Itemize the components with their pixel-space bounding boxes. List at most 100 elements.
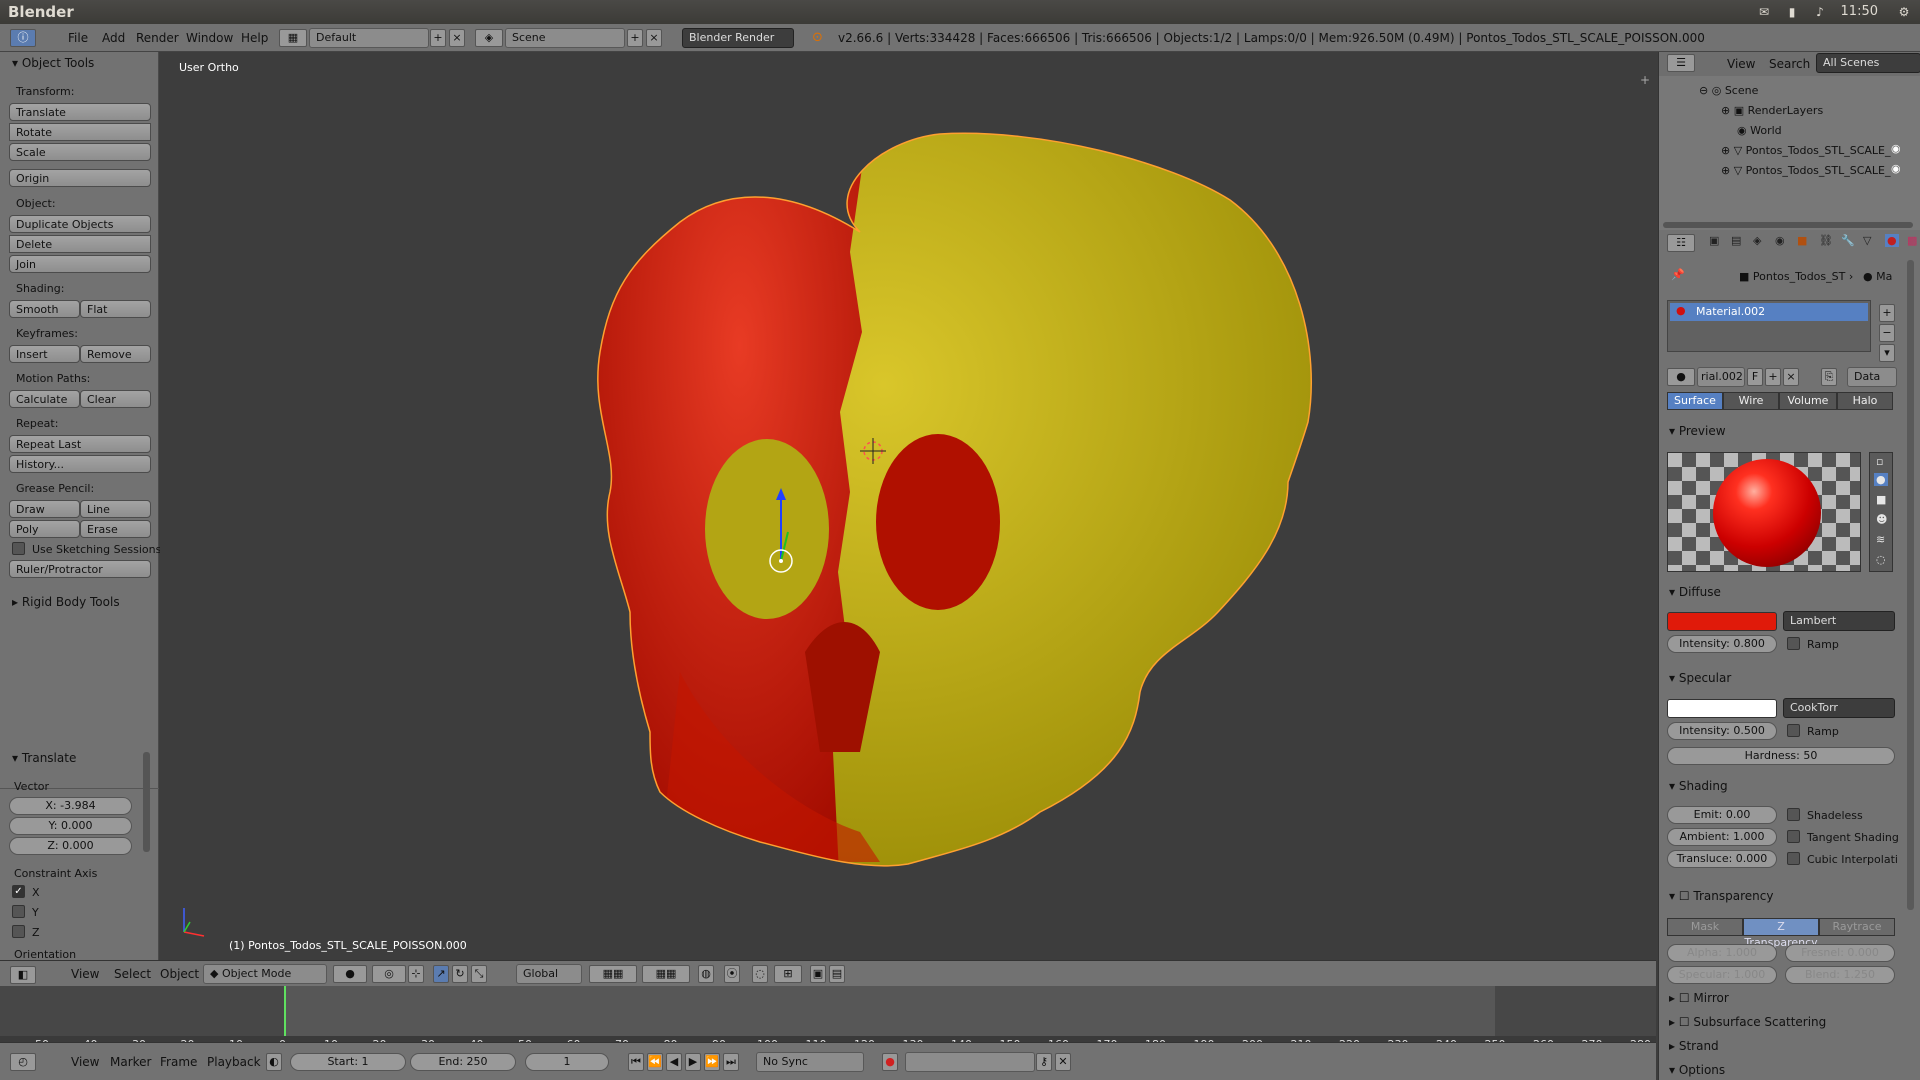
outliner-filter-select[interactable]: All Scenes bbox=[1816, 53, 1920, 73]
breadcrumb-material[interactable]: ● Ma bbox=[1863, 270, 1892, 283]
slot-menu-icon[interactable]: ▾ bbox=[1879, 344, 1895, 362]
ambient-field[interactable]: Ambient: 1.000 bbox=[1667, 828, 1777, 846]
specular-color-swatch[interactable] bbox=[1667, 699, 1777, 718]
strand-header[interactable]: ▸ Strand bbox=[1669, 1039, 1719, 1053]
remove-layout-icon[interactable]: × bbox=[449, 29, 465, 47]
object-tools-header[interactable]: ▾ Object Tools bbox=[12, 56, 94, 70]
sss-header[interactable]: ▸ ☐ Subsurface Scattering bbox=[1669, 1015, 1826, 1029]
timeline-editor-type-icon[interactable]: ◴ bbox=[10, 1053, 36, 1071]
menu-file[interactable]: File bbox=[68, 31, 88, 45]
preview-monkey-icon[interactable]: ☻ bbox=[1876, 513, 1887, 526]
shadeless-checkbox[interactable] bbox=[1787, 808, 1800, 821]
copy-icon[interactable]: ⎘ bbox=[1821, 368, 1837, 386]
outliner-menu-search[interactable]: Search bbox=[1769, 57, 1810, 71]
remove-scene-icon[interactable]: × bbox=[646, 29, 662, 47]
flat-button[interactable]: Flat bbox=[80, 300, 151, 318]
render-tab-icon[interactable]: ▣ bbox=[1709, 234, 1719, 247]
scene-tab-icon[interactable]: ◈ bbox=[1753, 234, 1761, 247]
tree-renderlayers[interactable]: ⊕ ▣ RenderLayers bbox=[1721, 104, 1823, 117]
viewport-shading-icon[interactable]: ● bbox=[333, 965, 367, 983]
skull-model[interactable] bbox=[160, 52, 1656, 960]
duplicate-objects-button[interactable]: Duplicate Objects bbox=[9, 215, 151, 233]
renderlayers-tab-icon[interactable]: ▤ bbox=[1731, 234, 1741, 247]
keying-icon[interactable]: ⚷ bbox=[1036, 1053, 1052, 1071]
sync-select[interactable]: No Sync bbox=[756, 1052, 864, 1072]
world-tab-icon[interactable]: ◉ bbox=[1775, 234, 1785, 247]
tl-menu-playback[interactable]: Playback bbox=[207, 1055, 261, 1069]
current-frame-line[interactable] bbox=[284, 986, 286, 1042]
layers-grid-b[interactable]: ▦▦ bbox=[642, 965, 690, 983]
operator-scrollbar[interactable] bbox=[143, 752, 150, 852]
current-frame-field[interactable]: 1 bbox=[525, 1053, 609, 1071]
shading-header[interactable]: ▾ Shading bbox=[1669, 779, 1728, 793]
tree-object-1[interactable]: ⊕ ▽ Pontos_Todos_STL_SCALE_PC bbox=[1721, 144, 1891, 157]
timeline[interactable]: -50-40-30-20-100102030405060708090100110… bbox=[0, 986, 1656, 1051]
specular-header[interactable]: ▾ Specular bbox=[1669, 671, 1731, 685]
vector-y-field[interactable]: Y: 0.000 bbox=[9, 817, 132, 835]
translucency-field[interactable]: Transluce: 0.000 bbox=[1667, 850, 1777, 868]
menu-add[interactable]: Add bbox=[102, 31, 125, 45]
jump-start-icon[interactable]: ⏮ bbox=[628, 1053, 644, 1071]
menu-view[interactable]: View bbox=[71, 967, 99, 981]
join-button[interactable]: Join bbox=[9, 255, 151, 273]
tab-surface[interactable]: Surface bbox=[1667, 392, 1723, 410]
play-icon[interactable]: ▶ bbox=[685, 1053, 701, 1071]
menu-help[interactable]: Help bbox=[241, 31, 268, 45]
calculate-button[interactable]: Calculate bbox=[9, 390, 80, 408]
remove-keyframe-button[interactable]: Remove bbox=[80, 345, 151, 363]
layout-icon[interactable]: ▦ bbox=[279, 29, 307, 47]
rotate-button[interactable]: Rotate bbox=[9, 123, 151, 141]
gear-icon[interactable]: ⚙ bbox=[1896, 5, 1912, 19]
prev-key-icon[interactable]: ⏪ bbox=[647, 1053, 663, 1071]
modifier-tab-icon[interactable]: 🔧 bbox=[1841, 234, 1855, 247]
next-key-icon[interactable]: ⏩ bbox=[704, 1053, 720, 1071]
start-frame-field[interactable]: Start: 1 bbox=[290, 1053, 406, 1071]
scale-manip-icon[interactable]: ⤡ bbox=[471, 965, 487, 983]
tree-object-2[interactable]: ⊕ ▽ Pontos_Todos_STL_SCALE_PC bbox=[1721, 164, 1891, 177]
view-editor-type-icon[interactable]: ◧ bbox=[10, 966, 36, 984]
editor-type-icon[interactable]: ⓘ bbox=[10, 29, 36, 47]
tl-menu-marker[interactable]: Marker bbox=[110, 1055, 151, 1069]
clock[interactable]: 11:50 bbox=[1841, 4, 1878, 19]
translate-manip-icon[interactable]: ↗ bbox=[433, 965, 449, 983]
material-slot-selected[interactable]: ● Material.002 bbox=[1670, 303, 1868, 321]
outliner-menu-view[interactable]: View bbox=[1727, 57, 1755, 71]
outliner-scrollbar[interactable] bbox=[1663, 222, 1913, 228]
tab-wire[interactable]: Wire bbox=[1723, 392, 1779, 410]
record-icon[interactable]: ● bbox=[882, 1053, 898, 1071]
preview-range-icon[interactable]: ◐ bbox=[266, 1053, 282, 1071]
render-anim-icon[interactable]: ▤ bbox=[829, 965, 845, 983]
vector-z-field[interactable]: Z: 0.000 bbox=[9, 837, 132, 855]
material-tab-icon[interactable]: ● bbox=[1885, 234, 1899, 247]
material-name-field[interactable]: rial.002 bbox=[1697, 367, 1745, 387]
pin-icon[interactable]: 📌 bbox=[1671, 268, 1685, 281]
diffuse-shader-select[interactable]: Lambert bbox=[1783, 611, 1895, 631]
signal-icon[interactable]: ▮ bbox=[1784, 5, 1800, 19]
emit-field[interactable]: Emit: 0.00 bbox=[1667, 806, 1777, 824]
specular-t-field[interactable]: Specular: 1.000 bbox=[1667, 966, 1777, 984]
origin-button[interactable]: Origin bbox=[9, 169, 151, 187]
transparency-header[interactable]: ▾ ☐ Transparency bbox=[1669, 889, 1773, 903]
mode-select[interactable]: ◆ Object Mode bbox=[203, 964, 327, 984]
new-material-icon[interactable]: + bbox=[1765, 368, 1781, 386]
repeat-last-button[interactable]: Repeat Last bbox=[9, 435, 151, 453]
transparency-mask-tab[interactable]: Mask bbox=[1667, 918, 1743, 936]
scale-button[interactable]: Scale bbox=[9, 143, 151, 161]
outliner-editor-type-icon[interactable]: ☰ bbox=[1667, 54, 1695, 72]
unlink-material-icon[interactable]: × bbox=[1783, 368, 1799, 386]
preview-shape-selector[interactable]: ▫ ● ■ ☻ ≋ ◌ bbox=[1869, 452, 1893, 572]
diffuse-ramp-checkbox[interactable] bbox=[1787, 637, 1800, 650]
tl-menu-frame[interactable]: Frame bbox=[160, 1055, 197, 1069]
tl-menu-view[interactable]: View bbox=[71, 1055, 99, 1069]
keying-set-field[interactable] bbox=[905, 1052, 1035, 1072]
mail-icon[interactable]: ✉ bbox=[1756, 5, 1772, 19]
play-reverse-icon[interactable]: ◀ bbox=[666, 1053, 682, 1071]
options-header[interactable]: ▾ Options bbox=[1669, 1063, 1725, 1077]
3d-viewport[interactable]: User Ortho (1) Pontos_Todos_STL_SCALE_PO… bbox=[160, 52, 1656, 960]
render-engine-select[interactable]: Blender Render bbox=[682, 28, 794, 48]
alpha-field[interactable]: Alpha: 1.000 bbox=[1667, 944, 1777, 962]
insert-keyframe-button[interactable]: Insert bbox=[9, 345, 80, 363]
object-tab-icon[interactable]: ■ bbox=[1797, 234, 1807, 247]
props-editor-type-icon[interactable]: ☷ bbox=[1667, 234, 1695, 252]
smooth-button[interactable]: Smooth bbox=[9, 300, 80, 318]
